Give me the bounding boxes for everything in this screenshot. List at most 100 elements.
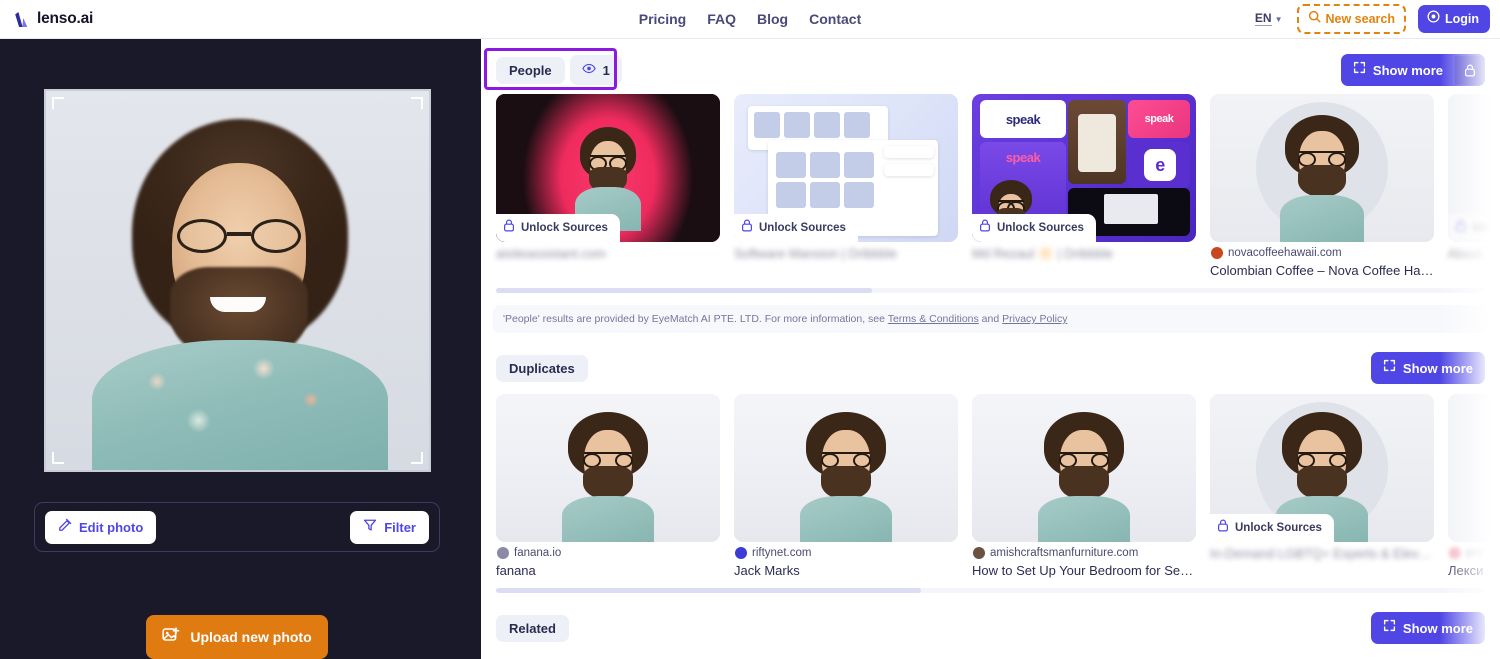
result-source[interactable]: novacoffeehawaii.com bbox=[1210, 247, 1434, 259]
crop-handle-bottom-left[interactable] bbox=[52, 452, 64, 464]
lenso-logo-icon bbox=[11, 11, 30, 28]
result-card[interactable]: pro Лекси bbox=[1448, 394, 1500, 578]
duplicates-card-row: fanana.io fanana riftynet.com Jack Marks bbox=[481, 394, 1500, 578]
login-label: Login bbox=[1444, 12, 1479, 26]
result-card[interactable]: fanana.io fanana bbox=[496, 394, 720, 578]
unlock-label: Unlock Sources bbox=[997, 222, 1084, 234]
people-section-header: People 1 Show more bbox=[481, 53, 1500, 87]
crop-handle-top-left[interactable] bbox=[52, 97, 64, 109]
filter-button[interactable]: Filter bbox=[350, 510, 429, 544]
top-header: lenso.ai Pricing FAQ Blog Contact EN ▼ N… bbox=[0, 0, 1500, 39]
result-thumbnail[interactable] bbox=[496, 394, 720, 542]
brand-logo[interactable]: lenso.ai bbox=[11, 10, 93, 28]
result-thumbnail[interactable]: Unlock Sources bbox=[734, 94, 958, 242]
people-tab-group: People 1 bbox=[496, 55, 622, 85]
edit-photo-button[interactable]: Edit photo bbox=[45, 510, 157, 544]
unlock-sources-button[interactable]: Unlock Sources bbox=[496, 214, 620, 242]
result-source[interactable]: riftynet.com bbox=[734, 547, 958, 559]
unlock-sources-button[interactable]: Unlock Sources bbox=[972, 214, 1096, 242]
crop-handle-bottom-right[interactable] bbox=[411, 452, 423, 464]
result-thumbnail[interactable] bbox=[1210, 94, 1434, 242]
result-thumbnail[interactable]: Unlock Sources bbox=[1210, 394, 1434, 542]
nav-link-contact[interactable]: Contact bbox=[809, 11, 861, 27]
result-card[interactable]: Unlock Sources Software Mansion | Dribbb… bbox=[734, 94, 958, 261]
unlock-label: Unlock Sources bbox=[1235, 522, 1322, 534]
disclaimer-text: 'People' results are provided by EyeMatc… bbox=[503, 313, 888, 325]
result-card[interactable]: speak speak speak e Unlock Sources Md Re… bbox=[972, 94, 1196, 262]
upload-label: Upload new photo bbox=[190, 629, 312, 645]
lock-icon bbox=[1455, 55, 1485, 85]
terms-link[interactable]: Terms & Conditions bbox=[888, 313, 979, 325]
result-domain: fanana.io bbox=[514, 547, 562, 559]
nav-link-pricing[interactable]: Pricing bbox=[639, 11, 686, 27]
expand-icon bbox=[1353, 61, 1366, 79]
favicon-icon bbox=[735, 547, 747, 559]
result-source[interactable]: fanana.io bbox=[496, 547, 720, 559]
result-source[interactable]: pro bbox=[1448, 547, 1500, 559]
people-card-row: Unlock Sources aisiteassistant.com Unloc… bbox=[481, 94, 1500, 278]
nav-link-blog[interactable]: Blog bbox=[757, 11, 788, 27]
unlock-sources-button[interactable]: Unlock Sources bbox=[1210, 514, 1334, 542]
result-thumbnail[interactable]: speak speak speak e Unlock Sources bbox=[972, 94, 1196, 242]
result-card[interactable]: novacoffeehawaii.com Colombian Coffee – … bbox=[1210, 94, 1434, 278]
duplicates-show-more-label: Show more bbox=[1402, 360, 1473, 376]
result-card[interactable]: amishcraftsmanfurniture.com How to Set U… bbox=[972, 394, 1196, 578]
duplicates-tab-group: Duplicates bbox=[496, 354, 588, 382]
results-panel: People 1 Show more Unlock Sources aisite… bbox=[481, 39, 1500, 659]
result-card[interactable]: Unlock Sources aisiteassistant.com bbox=[496, 94, 720, 261]
result-thumbnail[interactable] bbox=[734, 394, 958, 542]
related-show-more-label: Show more bbox=[1402, 620, 1473, 636]
upload-new-photo-button[interactable]: Upload new photo bbox=[146, 615, 328, 659]
result-thumbnail[interactable]: Unlock Sources bbox=[496, 94, 720, 242]
nav-link-faq[interactable]: FAQ bbox=[707, 11, 736, 27]
people-show-more-button[interactable]: Show more bbox=[1340, 54, 1485, 86]
pencil-icon bbox=[58, 518, 72, 537]
people-scroll-thumb[interactable] bbox=[496, 288, 872, 293]
related-show-more-button[interactable]: Show more bbox=[1370, 612, 1485, 644]
result-title: Jack Marks bbox=[734, 563, 800, 578]
result-thumbnail[interactable]: Unlock Sources bbox=[1448, 94, 1500, 242]
people-view-count[interactable]: 1 bbox=[569, 55, 622, 85]
unlock-label: Unlock Sources bbox=[521, 222, 608, 234]
result-thumbnail[interactable] bbox=[1448, 394, 1500, 542]
result-title: fanana bbox=[496, 563, 536, 578]
unlock-sources-button[interactable]: Unlock Sources bbox=[1448, 214, 1500, 242]
unlock-sources-button[interactable]: Unlock Sources bbox=[734, 214, 858, 242]
privacy-link[interactable]: Privacy Policy bbox=[1002, 313, 1067, 325]
unlock-label: Unlock Sources bbox=[759, 222, 846, 234]
result-domain: pro bbox=[1466, 547, 1483, 559]
brand-name: lenso.ai bbox=[37, 10, 94, 27]
tab-related[interactable]: Related bbox=[496, 614, 569, 642]
new-search-label: New search bbox=[1325, 12, 1395, 26]
people-show-more-label: Show more bbox=[1372, 62, 1443, 78]
uploaded-photo-preview[interactable] bbox=[44, 89, 431, 472]
header-actions: EN ▼ New search Login bbox=[1254, 4, 1490, 34]
tab-people[interactable]: People bbox=[496, 56, 565, 84]
result-title: Лекси bbox=[1448, 563, 1484, 578]
expand-icon bbox=[1383, 619, 1396, 637]
language-code: EN bbox=[1254, 11, 1272, 26]
chevron-down-icon: ▼ bbox=[1274, 14, 1283, 24]
result-card[interactable]: Unlock Sources About bbox=[1448, 94, 1500, 261]
result-card[interactable]: Unlock Sources In-Demand LGBTQ+ Experts … bbox=[1210, 394, 1434, 561]
result-domain: novacoffeehawaii.com bbox=[1228, 247, 1342, 259]
new-search-button[interactable]: New search bbox=[1296, 4, 1406, 34]
tab-duplicates[interactable]: Duplicates bbox=[496, 354, 588, 382]
favicon-icon bbox=[1449, 547, 1461, 559]
left-sidebar: Edit photo Filter Upload new photo bbox=[0, 39, 481, 659]
duplicates-horizontal-scrollbar[interactable] bbox=[496, 588, 1485, 593]
thumb-art bbox=[1448, 394, 1500, 542]
related-tab-group: Related bbox=[496, 614, 569, 642]
favicon-icon bbox=[497, 547, 509, 559]
language-selector[interactable]: EN ▼ bbox=[1254, 11, 1283, 26]
result-thumbnail[interactable] bbox=[972, 394, 1196, 542]
result-card[interactable]: riftynet.com Jack Marks bbox=[734, 394, 958, 578]
people-horizontal-scrollbar[interactable] bbox=[496, 288, 1485, 293]
login-button[interactable]: Login bbox=[1417, 5, 1490, 33]
lock-icon bbox=[503, 219, 515, 237]
duplicates-show-more-button[interactable]: Show more bbox=[1370, 352, 1485, 384]
result-source[interactable]: amishcraftsmanfurniture.com bbox=[972, 547, 1196, 559]
crop-handle-top-right[interactable] bbox=[411, 97, 423, 109]
result-title: About bbox=[1448, 246, 1482, 261]
duplicates-scroll-thumb[interactable] bbox=[496, 588, 922, 593]
